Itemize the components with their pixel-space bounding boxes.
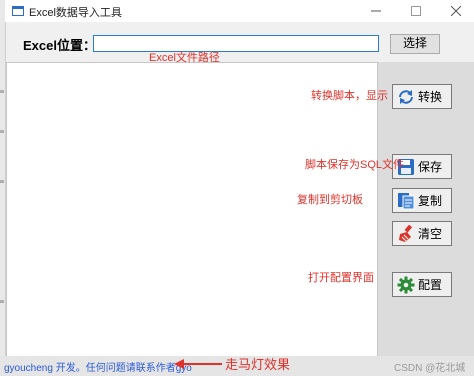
close-icon [450,5,462,17]
excel-path-input[interactable] [93,35,379,52]
config-button-label: 配置 [418,278,443,292]
app-window: Excel数据导入工具 Excel位置： 选择 转换 保存 复制 清空 配置 E… [0,0,474,376]
save-button-label: 保存 [418,160,443,174]
arrow-left-icon [174,359,222,369]
close-button[interactable] [441,0,471,22]
copy-button-label: 复制 [418,194,443,208]
excel-path-label: Excel位置： [23,38,96,53]
maximize-icon [411,6,421,16]
annotation-marquee: 走马灯效果 [225,357,291,372]
minimize-button[interactable] [361,0,391,22]
refresh-icon [399,89,413,104]
csdn-watermark: CSDN @花北城 [394,363,466,374]
config-button[interactable]: 配置 [392,272,452,297]
output-text-area[interactable] [6,62,378,358]
annotation-copy: 复制到剪切板 [297,194,363,206]
title-bar: Excel数据导入工具 [5,0,474,22]
convert-button-label: 转换 [418,90,443,104]
maximize-button[interactable] [401,0,431,22]
annotation-save: 脚本保存为SQL文件 [305,159,405,171]
broom-icon [399,224,413,242]
convert-button[interactable]: 转换 [392,84,452,109]
clear-button-label: 清空 [418,227,443,241]
clear-button[interactable]: 清空 [392,221,452,246]
minimize-icon [371,10,381,12]
annotation-convert: 转换脚本，显示 [311,90,388,102]
annotation-path: Excel文件路径 [149,52,220,64]
app-icon [12,6,24,16]
annotation-config: 打开配置界面 [308,272,374,284]
gear-icon [397,276,415,293]
window-title: Excel数据导入工具 [29,7,122,19]
marquee-text: gyoucheng 开发。任何问题请联系作者gyo [4,363,192,374]
select-file-button[interactable]: 选择 [390,34,440,54]
copy-button[interactable]: 复制 [392,188,452,213]
copy-icon [398,192,415,209]
